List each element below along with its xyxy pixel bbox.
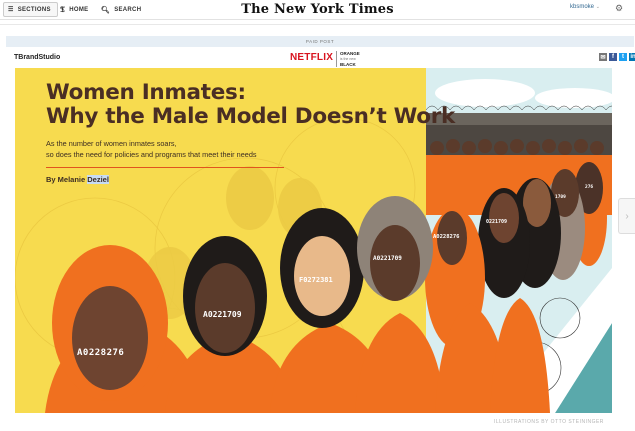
brand-studio-logo[interactable]: TBrandStudio <box>14 54 60 61</box>
article-dek: As the number of women inmates soars, so… <box>46 139 257 159</box>
twitter-icon[interactable]: t <box>619 53 627 61</box>
article-headline: Women Inmates: Why the Male Model Doesn’… <box>46 80 456 129</box>
nyt-masthead-logo[interactable]: The New York Times <box>0 2 635 17</box>
gear-icon[interactable]: ⚙ <box>615 3 623 14</box>
top-navigation-bar: ☰ SECTIONS 𝕿 HOME 🔍︎ SEARCH The New York… <box>0 0 635 20</box>
sections-button[interactable]: ☰ SECTIONS <box>3 2 58 17</box>
inmate-id: A0228276 <box>77 348 125 358</box>
search-button[interactable]: 🔍︎ SEARCH <box>101 2 141 17</box>
inmate-id: 0221709 <box>486 219 508 225</box>
paid-post-banner: PAID POST <box>6 36 634 47</box>
netflix-logo[interactable]: NETFLIX <box>290 52 333 63</box>
inmate-id: A0221709 <box>203 310 242 319</box>
facebook-icon[interactable]: f <box>609 53 617 61</box>
email-icon[interactable]: ✉ <box>599 53 607 61</box>
chevron-down-icon: ⌄ <box>595 4 600 10</box>
orange-is-the-new-black-logo[interactable]: ORANGE is the new BLACK <box>336 51 360 67</box>
byline-highlight: Deziel <box>87 175 109 184</box>
brand-bar: TBrandStudio NETFLIX ORANGE is the new B… <box>6 49 635 67</box>
search-icon: 🔍︎ <box>101 6 111 14</box>
inmate-id: A0228276 <box>433 234 460 240</box>
inmate-id: 1709 <box>555 195 566 200</box>
headline-rule <box>46 167 284 168</box>
home-button[interactable]: 𝕿 HOME <box>60 2 88 17</box>
inmate-id: F0272381 <box>299 276 333 284</box>
inmate-id: 276 <box>585 185 594 190</box>
nyt-t-icon: 𝕿 <box>60 4 66 14</box>
user-menu[interactable]: kbsmoke ⌄ <box>570 4 600 10</box>
divider <box>0 24 635 25</box>
inmate-id: A0221709 <box>373 255 402 262</box>
next-arrow-icon[interactable]: › <box>618 198 635 234</box>
hero-illustration: Women Inmates: Why the Male Model Doesn’… <box>15 68 612 413</box>
social-share: ✉ f t in <box>599 53 635 61</box>
illustration-credit: ILLUSTRATIONS BY OTTO STEININGER <box>494 419 604 425</box>
byline: By Melanie Deziel <box>46 175 109 184</box>
linkedin-icon[interactable]: in <box>629 53 635 61</box>
menu-icon: ☰ <box>8 7 14 13</box>
